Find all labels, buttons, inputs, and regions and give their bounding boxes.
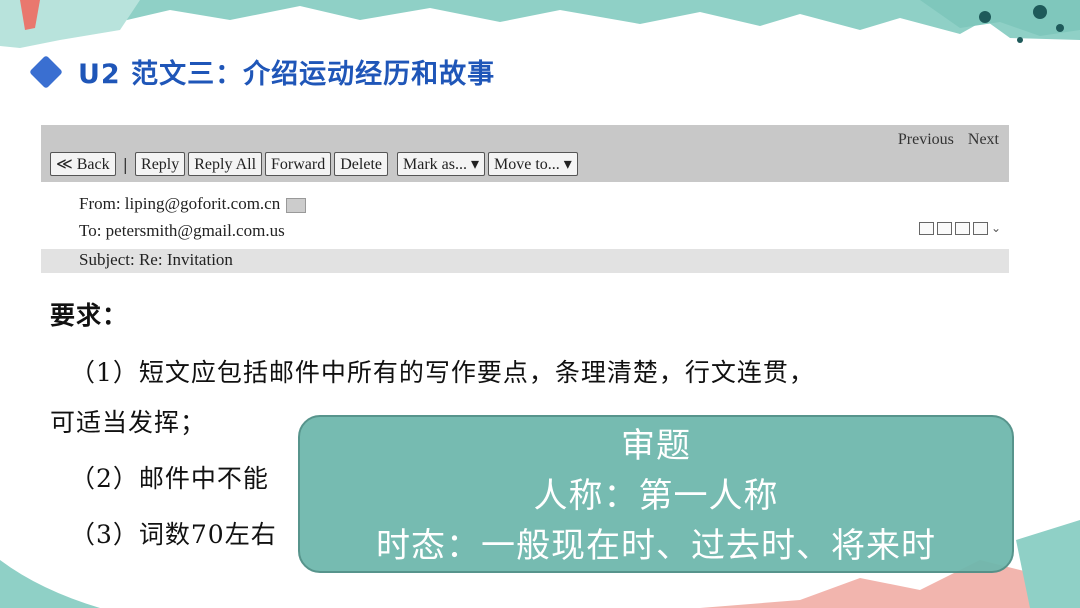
- mark-as-dropdown[interactable]: Mark as... ▾: [396, 152, 485, 176]
- email-headers: From: liping@goforit.com.cn To: petersmi…: [41, 182, 1009, 273]
- from-row: From: liping@goforit.com.cn: [79, 194, 307, 214]
- move-to-dropdown[interactable]: Move to... ▾: [488, 152, 578, 176]
- analysis-overlay-box: 审题 人称：第一人称 时态：一般现在时、过去时、将来时: [298, 415, 1014, 573]
- next-link[interactable]: Next: [968, 131, 999, 148]
- save-icon[interactable]: [954, 222, 970, 235]
- email-nav-links: Previous Next: [888, 131, 999, 149]
- delete-button[interactable]: Delete: [334, 152, 388, 176]
- chevron-down-icon[interactable]: ⌄: [991, 222, 1001, 235]
- forward-button[interactable]: Forward: [265, 152, 332, 176]
- print-icon[interactable]: [972, 222, 988, 235]
- email-toolbar: Previous Next ≪ Back | Reply Reply All F…: [41, 125, 1009, 182]
- note-icon[interactable]: [936, 222, 952, 235]
- toolbar-buttons: ≪ Back | Reply Reply All Forward Delete …: [50, 152, 581, 176]
- subject-field: Subject: Re: Invitation: [79, 250, 233, 269]
- overlay-heading: 审题: [621, 426, 691, 466]
- diamond-bullet-icon: [29, 54, 63, 89]
- copy-icon[interactable]: [918, 222, 934, 235]
- back-button[interactable]: ≪ Back: [50, 152, 116, 176]
- requirement-1-line2: 可适当发挥；: [50, 408, 207, 437]
- slide-title-text: U2 范文三：介绍运动经历和故事: [78, 59, 496, 90]
- message-tool-icons: ⌄: [918, 222, 1001, 235]
- overlay-person: 人称：第一人称: [533, 476, 779, 516]
- email-screenshot: Previous Next ≪ Back | Reply Reply All F…: [41, 125, 1009, 273]
- toolbar-separator: |: [122, 154, 129, 174]
- overlay-tense: 时态：一般现在时、过去时、将来时: [376, 526, 936, 566]
- slide-title: U2 范文三：介绍运动经历和故事: [29, 52, 496, 91]
- requirements-heading: 要求：: [50, 301, 129, 330]
- contact-card-icon[interactable]: [286, 197, 307, 213]
- previous-link[interactable]: Previous: [898, 131, 954, 148]
- requirement-1-line1: （1）短文应包括邮件中所有的写作要点，条理清楚，行文连贯，: [70, 358, 815, 387]
- reply-all-button[interactable]: Reply All: [188, 152, 263, 176]
- requirement-3: （3）词数70左右: [70, 520, 277, 549]
- to-field: To: petersmith@gmail.com.us: [79, 221, 285, 240]
- requirement-2: （2）邮件中不能: [70, 464, 269, 493]
- reply-button[interactable]: Reply: [135, 152, 186, 176]
- from-field: From: liping@goforit.com.cn: [79, 194, 281, 213]
